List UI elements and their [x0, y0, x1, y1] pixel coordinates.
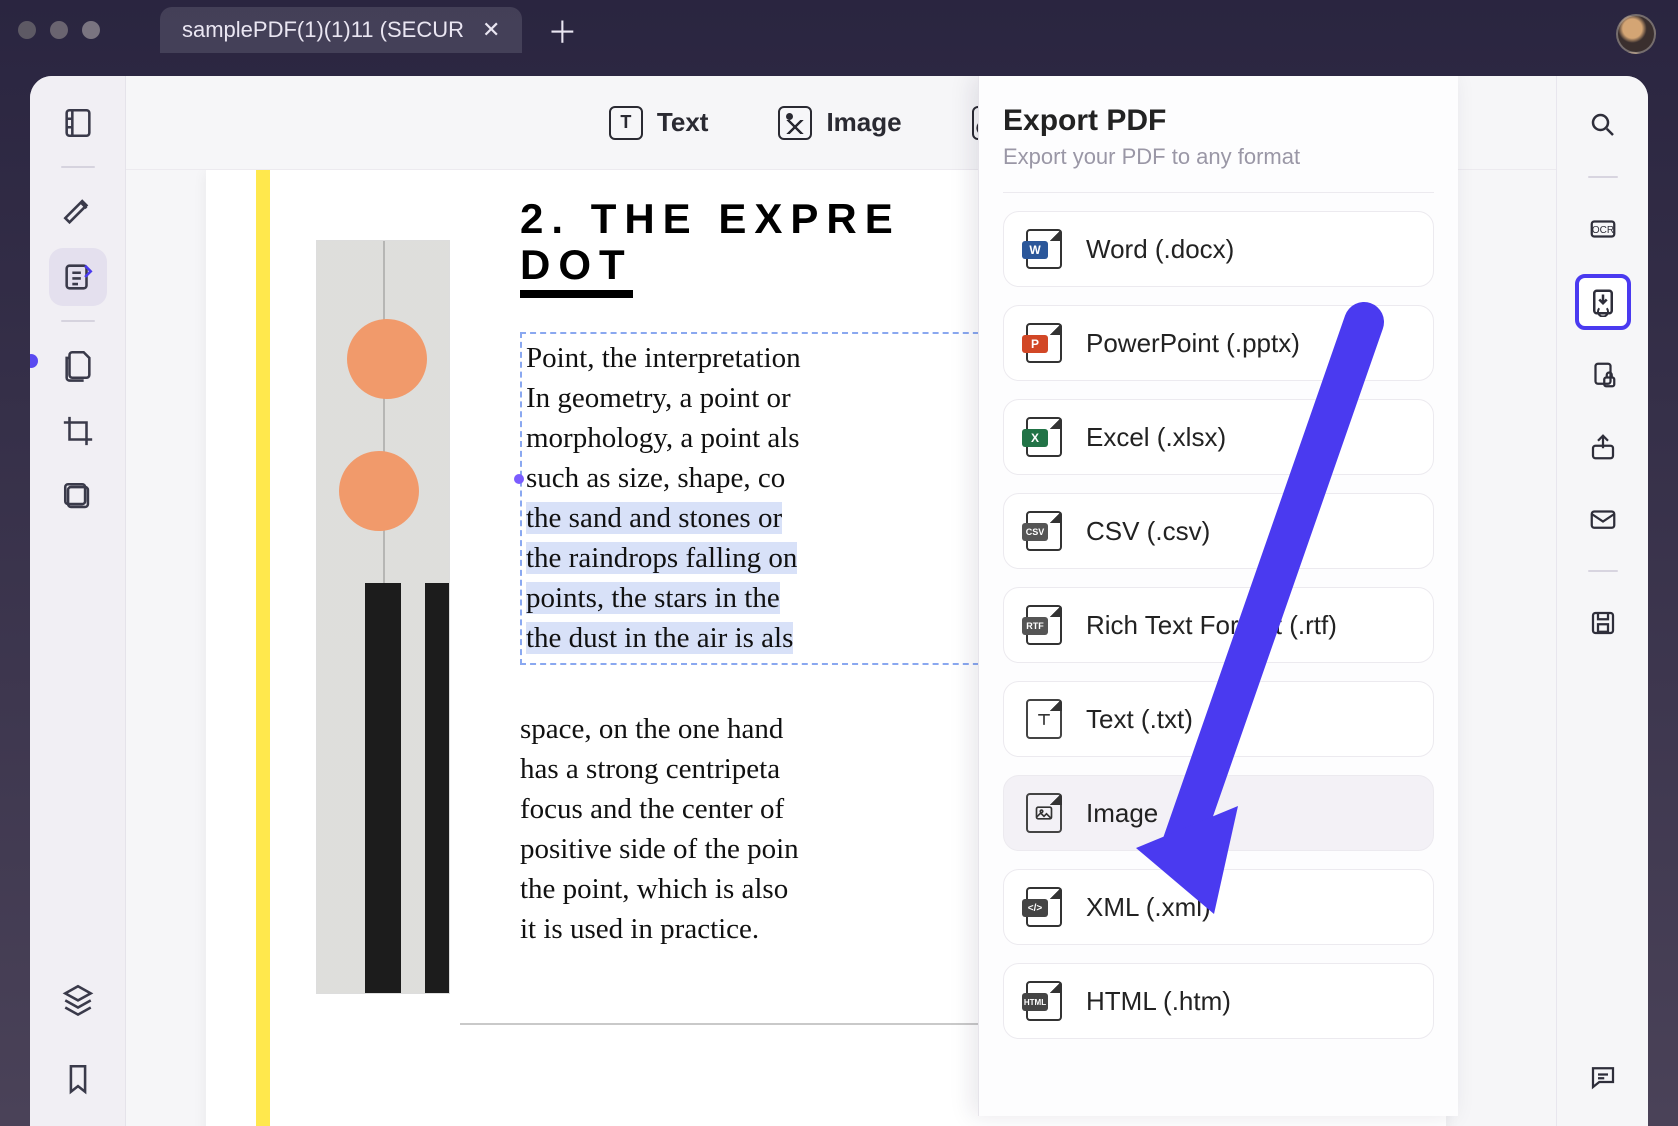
- highlighter-icon[interactable]: [49, 182, 107, 240]
- image-file-icon: [1026, 793, 1062, 833]
- p1h3: points, the stars in the: [526, 582, 780, 614]
- export-xlsx-label: Excel (.xlsx): [1086, 422, 1226, 453]
- export-divider: [1003, 192, 1434, 193]
- left-sidebar: [30, 76, 126, 1126]
- p2l5: the point, which is also: [520, 873, 788, 905]
- thumbnails-icon[interactable]: [49, 94, 107, 152]
- word-file-icon: W: [1026, 229, 1062, 269]
- export-html-label: HTML (.htm): [1086, 986, 1231, 1017]
- heading-line1: 2. THE EXPRE: [520, 195, 901, 242]
- close-window-icon[interactable]: [18, 21, 36, 39]
- export-rtf-label: Rich Text Format (.rtf): [1086, 610, 1337, 641]
- right-divider: [1588, 176, 1618, 178]
- export-xml-label: XML (.xml): [1086, 892, 1211, 923]
- pages-icon[interactable]: [49, 336, 107, 394]
- html-file-icon: HTML: [1026, 981, 1062, 1021]
- p2l6: it is used in practice.: [520, 913, 759, 945]
- mail-icon[interactable]: [1576, 492, 1630, 546]
- right-sidebar: OCR: [1556, 76, 1648, 1126]
- export-subtitle: Export your PDF to any format: [1003, 144, 1434, 170]
- export-excel[interactable]: X Excel (.xlsx): [1003, 399, 1434, 475]
- image-icon: [778, 106, 812, 140]
- p1l4: such as size, shape, co: [526, 462, 785, 494]
- p1h1: the sand and stones or: [526, 502, 782, 534]
- tool-image-label: Image: [826, 107, 901, 138]
- export-title: Export PDF: [1003, 104, 1434, 138]
- export-powerpoint[interactable]: P PowerPoint (.pptx): [1003, 305, 1434, 381]
- export-format-list: W Word (.docx) P PowerPoint (.pptx) X Ex…: [1003, 211, 1434, 1039]
- heading-line2: DOT: [520, 241, 633, 298]
- p1l2: In geometry, a point or: [526, 382, 791, 414]
- export-csv-label: CSV (.csv): [1086, 516, 1210, 547]
- export-csv[interactable]: CSV CSV (.csv): [1003, 493, 1434, 569]
- tab-title: samplePDF(1)(1)11 (SECUR: [182, 17, 464, 43]
- stamp-icon[interactable]: [49, 468, 107, 526]
- export-xml[interactable]: </> XML (.xml): [1003, 869, 1434, 945]
- layers-icon[interactable]: [49, 970, 107, 1028]
- comment-icon[interactable]: [1576, 1050, 1630, 1104]
- active-tool-indicator: [30, 354, 38, 368]
- export-word[interactable]: W Word (.docx): [1003, 211, 1434, 287]
- tool-text-label: Text: [657, 107, 709, 138]
- tool-image[interactable]: Image: [778, 106, 901, 140]
- p1h4: the dust in the air is als: [526, 622, 793, 654]
- p2l2: has a strong centripeta: [520, 753, 780, 785]
- txt-file-icon: [1026, 699, 1062, 739]
- document-figure: [316, 240, 450, 994]
- p1l3: morphology, a point als: [526, 422, 800, 454]
- maximize-window-icon[interactable]: [82, 21, 100, 39]
- share-icon[interactable]: [1576, 420, 1630, 474]
- save-icon[interactable]: [1576, 596, 1630, 650]
- protect-icon[interactable]: [1576, 348, 1630, 402]
- sidebar-divider: [61, 320, 95, 322]
- export-txt[interactable]: Text (.txt): [1003, 681, 1434, 757]
- text-icon: T: [609, 106, 643, 140]
- tool-text[interactable]: T Text: [609, 106, 709, 140]
- search-icon[interactable]: [1576, 98, 1630, 152]
- svg-text:OCR: OCR: [1591, 225, 1613, 236]
- xml-file-icon: </>: [1026, 887, 1062, 927]
- csv-file-icon: CSV: [1026, 511, 1062, 551]
- export-image[interactable]: Image: [1003, 775, 1434, 851]
- crop-icon[interactable]: [49, 402, 107, 460]
- tab-document[interactable]: samplePDF(1)(1)11 (SECUR ✕: [160, 7, 522, 53]
- avatar[interactable]: [1616, 14, 1656, 54]
- rtf-file-icon: RTF: [1026, 605, 1062, 645]
- p1h2: the raindrops falling on: [526, 542, 797, 574]
- titlebar: samplePDF(1)(1)11 (SECUR ✕ ＋: [0, 0, 1678, 60]
- bookmark-icon[interactable]: [49, 1050, 107, 1108]
- add-tab-button[interactable]: ＋: [548, 16, 576, 44]
- window-controls: [18, 21, 100, 39]
- export-image-label: Image: [1086, 798, 1158, 829]
- export-html[interactable]: HTML HTML (.htm): [1003, 963, 1434, 1039]
- close-tab-icon[interactable]: ✕: [482, 17, 500, 43]
- p1l1: Point, the interpretation: [526, 342, 801, 374]
- export-ppt-label: PowerPoint (.pptx): [1086, 328, 1300, 359]
- export-txt-label: Text (.txt): [1086, 704, 1193, 735]
- p2l4: positive side of the poin: [520, 833, 799, 865]
- yellow-margin-strip: [256, 170, 270, 1126]
- export-word-label: Word (.docx): [1086, 234, 1234, 265]
- p2l3: focus and the center of: [520, 793, 784, 825]
- content-area: T Text Image Link: [126, 76, 1556, 1126]
- minimize-window-icon[interactable]: [50, 21, 68, 39]
- edit-text-icon[interactable]: [49, 248, 107, 306]
- app-window: T Text Image Link: [30, 76, 1648, 1126]
- export-icon[interactable]: [1575, 274, 1631, 330]
- ppt-file-icon: P: [1026, 323, 1062, 363]
- export-pdf-panel: Export PDF Export your PDF to any format…: [978, 76, 1458, 1116]
- excel-file-icon: X: [1026, 417, 1062, 457]
- export-rtf[interactable]: RTF Rich Text Format (.rtf): [1003, 587, 1434, 663]
- sidebar-divider: [61, 166, 95, 168]
- ocr-icon[interactable]: OCR: [1576, 202, 1630, 256]
- right-divider: [1588, 570, 1618, 572]
- p2l1: space, on the one hand: [520, 713, 783, 745]
